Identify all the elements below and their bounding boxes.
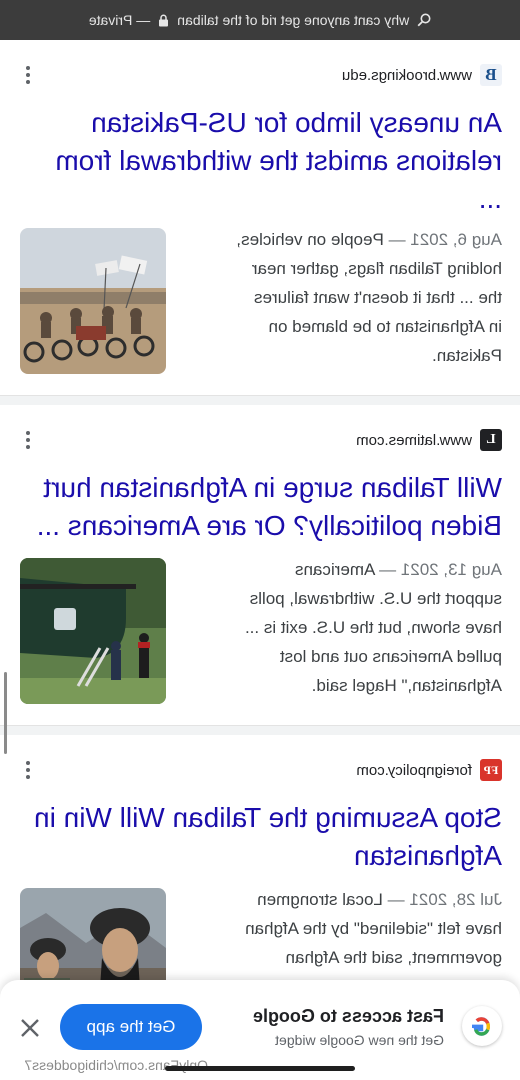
banner-title: Fast access to Google xyxy=(252,1006,444,1026)
favicon-icon: FP xyxy=(480,759,502,781)
more-options-icon[interactable] xyxy=(18,428,38,452)
favicon-icon: L xyxy=(480,429,502,451)
search-icon xyxy=(417,13,431,27)
private-mode-label: — Private xyxy=(88,12,151,28)
result-thumbnail[interactable] xyxy=(20,228,166,374)
more-options-icon[interactable] xyxy=(18,758,38,782)
result-date: Aug 6, 2021 — xyxy=(388,230,502,249)
result-title-link[interactable]: Stop Assuming the Taliban Will Win in Af… xyxy=(16,799,502,875)
result-snippet: Aug 6, 2021 — People on vehicles, holdin… xyxy=(236,230,502,365)
banner-subtitle: Get the new Google widget xyxy=(275,1032,444,1048)
scrollbar[interactable] xyxy=(4,672,7,754)
address-query: why cant anyone get rid of the taliban xyxy=(177,12,410,28)
result-source-row[interactable]: L www.latimes.com xyxy=(18,425,502,455)
browser-address-bar[interactable]: why cant anyone get rid of the taliban —… xyxy=(0,0,520,40)
google-logo-icon xyxy=(462,1006,502,1046)
result-domain: www.brookings.edu xyxy=(341,66,472,84)
result-snippet: Aug 13, 2021 — Americans support the U.S… xyxy=(244,560,502,695)
result-thumbnail[interactable] xyxy=(20,558,166,704)
result-title-link[interactable]: Will Taliban surge in Afghanistan hurt B… xyxy=(16,469,502,545)
search-result: FP foreignpolicy.com Stop Assuming the T… xyxy=(0,735,520,1034)
result-date: Jul 28, 2021 — xyxy=(387,890,502,909)
favicon-icon: B xyxy=(480,64,502,86)
result-domain: foreignpolicy.com xyxy=(356,761,472,779)
result-date: Aug 13, 2021 — xyxy=(379,560,502,579)
mirrored-screen: why cant anyone get rid of the taliban —… xyxy=(0,0,520,1080)
result-domain: www.latimes.com xyxy=(356,431,472,449)
home-indicator[interactable] xyxy=(165,1066,355,1071)
lock-icon xyxy=(158,14,169,27)
search-result: L www.latimes.com Will Taliban surge in … xyxy=(0,405,520,725)
result-title-link[interactable]: An uneasy limbo for US-Pakistan relation… xyxy=(16,104,502,218)
result-source-row[interactable]: FP foreignpolicy.com xyxy=(18,755,502,785)
result-source-row[interactable]: B www.brookings.edu xyxy=(18,60,502,90)
search-result: B www.brookings.edu An uneasy limbo for … xyxy=(0,40,520,395)
get-the-app-button[interactable]: Get the app xyxy=(60,1004,202,1050)
more-options-icon[interactable] xyxy=(18,63,38,87)
close-icon[interactable] xyxy=(16,1014,44,1042)
